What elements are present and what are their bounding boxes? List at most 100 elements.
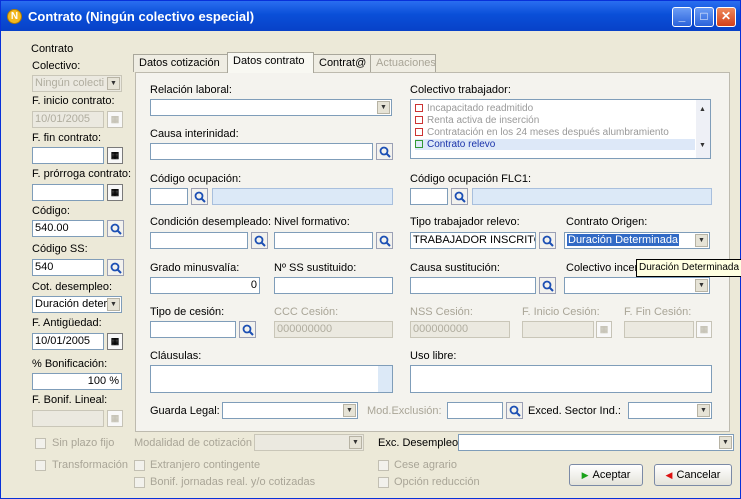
guarda-legal-label: Guarda Legal: [150,405,220,417]
cancelar-button[interactable]: ◀ Cancelar [654,464,732,486]
search-icon [110,223,122,235]
search-button[interactable] [251,232,268,249]
checkbox[interactable] [415,128,423,136]
search-button[interactable] [451,188,468,205]
chevron-down-icon: ▼ [349,436,362,449]
search-button[interactable] [107,220,124,237]
ccc-cesion-label: CCC Cesión: [274,306,339,318]
codigo-ocupacion-flc-label: Código ocupación FLC1: [410,173,532,185]
search-button[interactable] [107,259,124,276]
tab-actuaciones[interactable]: Actuaciones [370,54,436,72]
codigo-ocupacion-field[interactable] [150,188,188,205]
colectivo-label: Colectivo: [32,60,81,72]
nivel-formativo-field[interactable] [274,232,373,249]
uso-libre-label: Uso libre: [410,350,457,362]
uso-libre-textarea[interactable] [410,365,712,393]
f-fin-field[interactable] [32,147,104,164]
maximize-button[interactable]: □ [694,7,714,27]
bonif-jornadas-checkbox[interactable] [134,477,145,488]
tipo-cesion-field[interactable] [150,321,236,338]
search-button[interactable] [376,232,393,249]
close-button[interactable]: ✕ [716,7,736,27]
checkbox[interactable] [415,116,423,124]
title-bar[interactable]: N Contrato (Ningún colectivo especial) _… [1,1,740,31]
list-item[interactable]: Contrato relevo [415,139,695,150]
ccc-cesion-field[interactable]: 000000000 [274,321,393,338]
modalidad-cotizacion-select[interactable]: ▼ [254,434,364,451]
calendar-icon[interactable]: ▦ [107,147,123,164]
bonificacion-field[interactable]: 100 % [32,373,122,390]
exc-desempleo-select[interactable]: ▼ [458,434,734,451]
chevron-down-icon: ▼ [695,279,708,292]
colectivo-trabajador-list[interactable]: Incapacitado readmitido Renta activa de … [410,99,711,159]
tab-datos-contrato[interactable]: Datos contrato [227,52,314,73]
clausulas-textarea[interactable] [150,365,393,393]
calendar-icon[interactable]: ▦ [107,111,123,128]
tooltip: Duración Determinada [636,259,741,277]
calendar-icon[interactable]: ▦ [696,321,712,338]
list-item[interactable]: Contratación en los 24 meses después alu… [415,127,669,138]
tipo-trabajador-relevo-field[interactable]: TRABAJADOR INSCRITO [410,232,536,249]
cot-desempleo-label: Cot. desempleo: [32,281,113,293]
opcion-reduccion-checkbox[interactable] [378,477,389,488]
checkbox[interactable] [415,104,423,112]
tipo-cesion-label: Tipo de cesión: [150,306,225,318]
minimize-button[interactable]: _ [672,7,692,27]
cot-desempleo-select[interactable]: Duración deter ▼ [32,296,122,313]
f-prorroga-field[interactable] [32,184,104,201]
list-item[interactable]: Incapacitado readmitido [415,103,533,114]
tab-datos-cotizacion[interactable]: Datos cotización [133,54,228,72]
transformacion-checkbox[interactable] [35,460,46,471]
list-item[interactable]: Renta activa de inserción [415,115,539,126]
search-button[interactable] [506,402,523,419]
tab-contrat[interactable]: Contrat@ [313,54,371,72]
guarda-legal-select[interactable]: ▼ [222,402,358,419]
grado-minusvalia-field[interactable]: 0 [150,277,260,294]
calendar-icon[interactable]: ▦ [596,321,612,338]
f-bonif-field[interactable] [32,410,104,427]
search-button[interactable] [376,143,393,160]
causa-interinidad-field[interactable] [150,143,373,160]
nss-cesion-label: NSS Cesión: [410,306,473,318]
codigo-ss-field[interactable]: 540 [32,259,104,276]
colectivo-incent-select[interactable]: ▼ [564,277,710,294]
f-bonif-label: F. Bonif. Lineal: [32,394,108,406]
f-antiguedad-field[interactable]: 10/01/2005 [32,333,104,350]
codigo-ocupacion-flc-field[interactable] [410,188,448,205]
search-button[interactable] [539,277,556,294]
cese-agrario-checkbox[interactable] [378,460,389,471]
scroll-down-icon[interactable]: ▼ [699,142,706,149]
aceptar-button[interactable]: ▶ Aceptar [569,464,643,486]
f-inicio-cesion-field[interactable] [522,321,594,338]
f-fin-cesion-field[interactable] [624,321,694,338]
search-button[interactable] [191,188,208,205]
chevron-down-icon: ▼ [719,436,732,449]
transformacion-label: Transformación [52,459,129,471]
nss-sustituido-field[interactable] [274,277,393,294]
relacion-laboral-select[interactable]: ▼ [150,99,392,116]
f-inicio-field[interactable]: 10/01/2005 [32,111,104,128]
search-icon [379,146,391,158]
calendar-icon[interactable]: ▦ [107,410,123,427]
codigo-ocupacion-flc-desc [472,188,712,205]
sin-plazo-checkbox[interactable] [35,438,46,449]
scrollbar[interactable] [378,366,392,392]
search-button[interactable] [539,232,556,249]
codigo-field[interactable]: 540.00 [32,220,104,237]
extranjero-checkbox[interactable] [134,460,145,471]
scroll-up-icon[interactable]: ▲ [699,106,706,113]
mod-exclusion-field[interactable] [447,402,503,419]
exced-sector-select[interactable]: ▼ [628,402,712,419]
checkbox[interactable] [415,140,423,148]
condicion-desempleado-field[interactable] [150,232,248,249]
nss-cesion-field[interactable]: 000000000 [410,321,510,338]
condicion-desempleado-label: Condición desempleado: [150,216,272,228]
calendar-icon[interactable]: ▦ [107,184,123,201]
colectivo-select[interactable]: Ningún colecti ▼ [32,75,122,92]
calendar-icon[interactable]: ▦ [107,333,123,350]
codigo-label: Código: [32,205,70,217]
contrato-origen-select[interactable]: Duración Determinada ▼ [564,232,710,249]
search-button[interactable] [239,321,256,338]
list-scrollbar[interactable]: ▲ ▼ [696,100,710,158]
causa-sustitucion-field[interactable] [410,277,536,294]
